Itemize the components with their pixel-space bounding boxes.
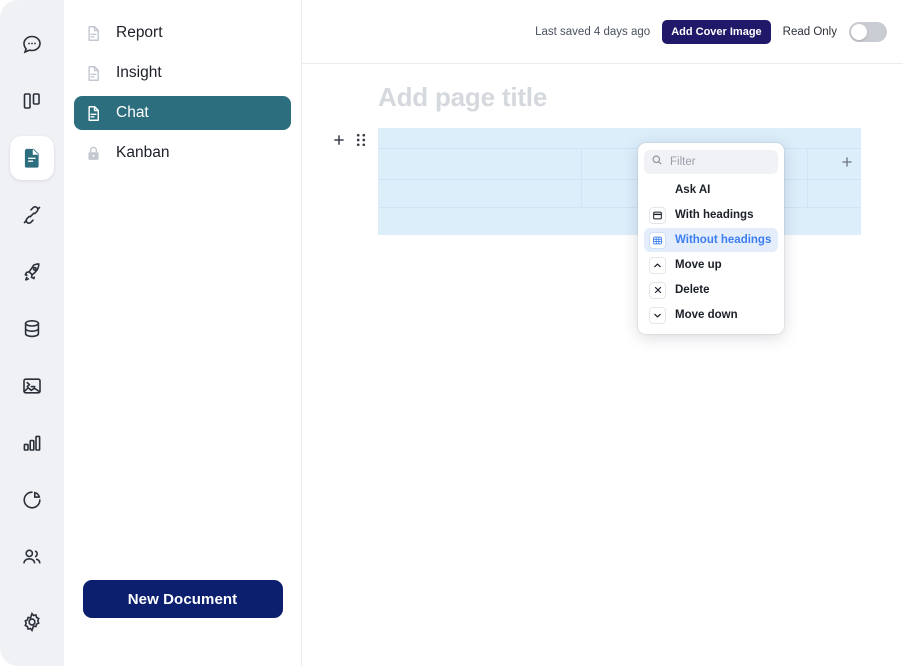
bar-chart-icon bbox=[20, 431, 44, 455]
rail-item-documents[interactable] bbox=[10, 136, 54, 180]
rail-item-console[interactable] bbox=[10, 364, 54, 408]
new-document-wrap: New Document bbox=[74, 580, 291, 666]
icon-rail bbox=[0, 0, 64, 666]
rail-item-boards[interactable] bbox=[10, 79, 54, 123]
sidebar-item-report[interactable]: Report bbox=[74, 16, 291, 50]
page-title[interactable]: Add page title bbox=[302, 82, 903, 113]
read-only-label: Read Only bbox=[782, 25, 837, 38]
menu-item-label: Without headings bbox=[675, 234, 772, 246]
rail-item-chat[interactable] bbox=[10, 22, 54, 66]
chevron-up-icon bbox=[649, 256, 666, 274]
table-row bbox=[378, 208, 861, 235]
menu-filter-input[interactable] bbox=[670, 156, 771, 168]
sidebar-item-chat[interactable]: Chat bbox=[74, 96, 291, 130]
read-only-toggle[interactable] bbox=[849, 21, 887, 42]
sidebar-item-label: Chat bbox=[116, 103, 149, 121]
blank-icon-slot bbox=[649, 182, 666, 199]
menu-item-label: Move up bbox=[675, 259, 722, 271]
rail-item-reports[interactable] bbox=[10, 478, 54, 522]
sidebar-item-label: Insight bbox=[116, 63, 162, 81]
menu-item-move-down[interactable]: Move down bbox=[644, 303, 778, 327]
chat-bubble-icon bbox=[20, 32, 44, 56]
menu-item-with-headings[interactable]: With headings bbox=[644, 203, 778, 227]
page-body: Add page title bbox=[302, 64, 903, 235]
menu-item-label: Delete bbox=[675, 284, 710, 296]
table-cell[interactable] bbox=[378, 149, 582, 180]
sidebar-item-label: Kanban bbox=[116, 143, 170, 161]
app-window: Report Insight Chat Kanban New Document … bbox=[0, 0, 903, 666]
table-cell[interactable] bbox=[378, 128, 582, 149]
rail-item-data[interactable] bbox=[10, 307, 54, 351]
menu-item-label: Ask AI bbox=[675, 184, 711, 196]
menu-item-move-up[interactable]: Move up bbox=[644, 253, 778, 277]
document-sidebar: Report Insight Chat Kanban New Document bbox=[64, 0, 302, 666]
file-icon bbox=[84, 64, 103, 83]
sidebar-item-kanban[interactable]: Kanban bbox=[74, 136, 291, 170]
chevron-down-icon bbox=[649, 306, 666, 324]
table-header-icon bbox=[649, 206, 666, 224]
menu-item-label: With headings bbox=[675, 209, 754, 221]
pie-chart-icon bbox=[20, 488, 44, 512]
search-icon bbox=[651, 153, 663, 171]
document-icon bbox=[20, 146, 44, 170]
drag-dots-icon[interactable] bbox=[356, 133, 366, 147]
menu-filter-row[interactable] bbox=[644, 150, 778, 174]
block-options-menu: Ask AI With headings W bbox=[638, 143, 784, 334]
block-row bbox=[302, 128, 903, 235]
menu-item-without-headings[interactable]: Without headings bbox=[644, 228, 778, 252]
table-row bbox=[378, 128, 861, 149]
rocket-icon bbox=[20, 260, 44, 284]
selected-table-block[interactable] bbox=[378, 128, 861, 235]
add-cover-image-button[interactable]: Add Cover Image bbox=[662, 19, 771, 44]
menu-item-ask-ai[interactable]: Ask AI bbox=[644, 178, 778, 202]
menu-item-delete[interactable]: Delete bbox=[644, 278, 778, 302]
sidebar-item-insight[interactable]: Insight bbox=[74, 56, 291, 90]
sidebar-item-label: Report bbox=[116, 23, 163, 41]
table-cell[interactable] bbox=[378, 208, 861, 235]
last-saved-text: Last saved 4 days ago bbox=[535, 25, 651, 38]
menu-item-label: Move down bbox=[675, 309, 738, 321]
users-icon bbox=[20, 545, 44, 569]
document-header: Last saved 4 days ago Add Cover Image Re… bbox=[302, 0, 903, 64]
rail-item-analytics[interactable] bbox=[10, 421, 54, 465]
table-cell[interactable] bbox=[808, 180, 861, 208]
grid-icon bbox=[649, 231, 666, 249]
close-icon bbox=[649, 281, 666, 299]
columns-icon bbox=[20, 89, 44, 113]
rail-item-settings[interactable] bbox=[10, 600, 54, 644]
table-row bbox=[378, 149, 861, 180]
rail-item-team[interactable] bbox=[10, 535, 54, 579]
file-icon bbox=[84, 104, 103, 123]
main-pane: Last saved 4 days ago Add Cover Image Re… bbox=[302, 0, 903, 666]
file-icon bbox=[84, 24, 103, 43]
terminal-image-icon bbox=[20, 374, 44, 398]
block-gutter bbox=[302, 128, 378, 147]
rail-item-connections[interactable] bbox=[10, 193, 54, 237]
add-column-plus-icon[interactable] bbox=[840, 155, 854, 169]
new-document-button[interactable]: New Document bbox=[82, 580, 283, 618]
toggle-knob bbox=[851, 23, 867, 40]
database-icon bbox=[20, 317, 44, 341]
gear-icon bbox=[20, 610, 44, 634]
lock-icon bbox=[84, 144, 103, 163]
plug-connect-icon bbox=[20, 203, 44, 227]
rail-item-launch[interactable] bbox=[10, 250, 54, 294]
add-block-plus-icon[interactable] bbox=[332, 133, 346, 147]
table-row bbox=[378, 180, 861, 208]
table-cell[interactable] bbox=[378, 180, 582, 208]
